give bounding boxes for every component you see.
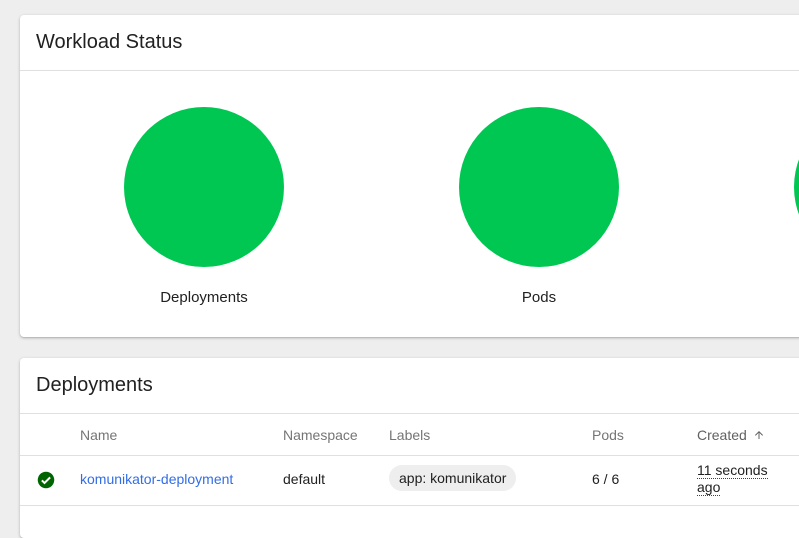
created-line-2: ago — [697, 479, 721, 496]
pods-status-chart[interactable]: Pods — [459, 107, 619, 307]
column-header-name[interactable]: Name — [80, 427, 117, 443]
column-header-labels: Labels — [389, 427, 431, 443]
table-row[interactable]: komunikator-deployment default app: komu… — [20, 455, 799, 506]
created-line-1: 11 seconds — [697, 462, 768, 479]
replica-sets-status-chart[interactable] — [794, 107, 799, 307]
deployments-status-chart[interactable]: Deployments — [124, 107, 284, 307]
pods-donut — [459, 107, 619, 267]
workload-status-title: Workload Status — [20, 15, 799, 71]
column-header-created[interactable]: Created — [697, 427, 765, 443]
column-header-namespace[interactable]: Namespace — [283, 427, 358, 443]
deployments-table-header: Name Namespace Labels Pods Created — [20, 414, 799, 456]
replica-sets-donut — [794, 159, 799, 215]
replica-sets-running-slice — [794, 159, 799, 215]
deployment-pods: 6 / 6 — [592, 471, 620, 487]
deployment-created[interactable]: 11 seconds ago — [697, 462, 777, 496]
label-chip[interactable]: app: komunikator — [389, 465, 517, 491]
deployment-namespace: default — [283, 471, 326, 487]
deployment-name-link[interactable]: komunikator-deployment — [80, 471, 233, 487]
deployments-title: Deployments — [20, 358, 799, 414]
deployments-donut — [124, 107, 284, 267]
column-header-pods: Pods — [592, 427, 624, 443]
deployments-running-slice — [124, 107, 284, 267]
deployments-chart-label: Deployments — [160, 289, 248, 306]
workload-status-card: Workload Status Deployments Pods — [20, 15, 799, 337]
arrow-upward-icon[interactable] — [753, 429, 765, 441]
pods-chart-label: Pods — [521, 289, 557, 306]
column-header-created-label: Created — [697, 427, 747, 443]
check-circle-icon — [37, 471, 55, 489]
deployments-card: Deployments Name Namespace Labels Pods C… — [20, 358, 799, 538]
pods-running-slice — [459, 107, 619, 267]
